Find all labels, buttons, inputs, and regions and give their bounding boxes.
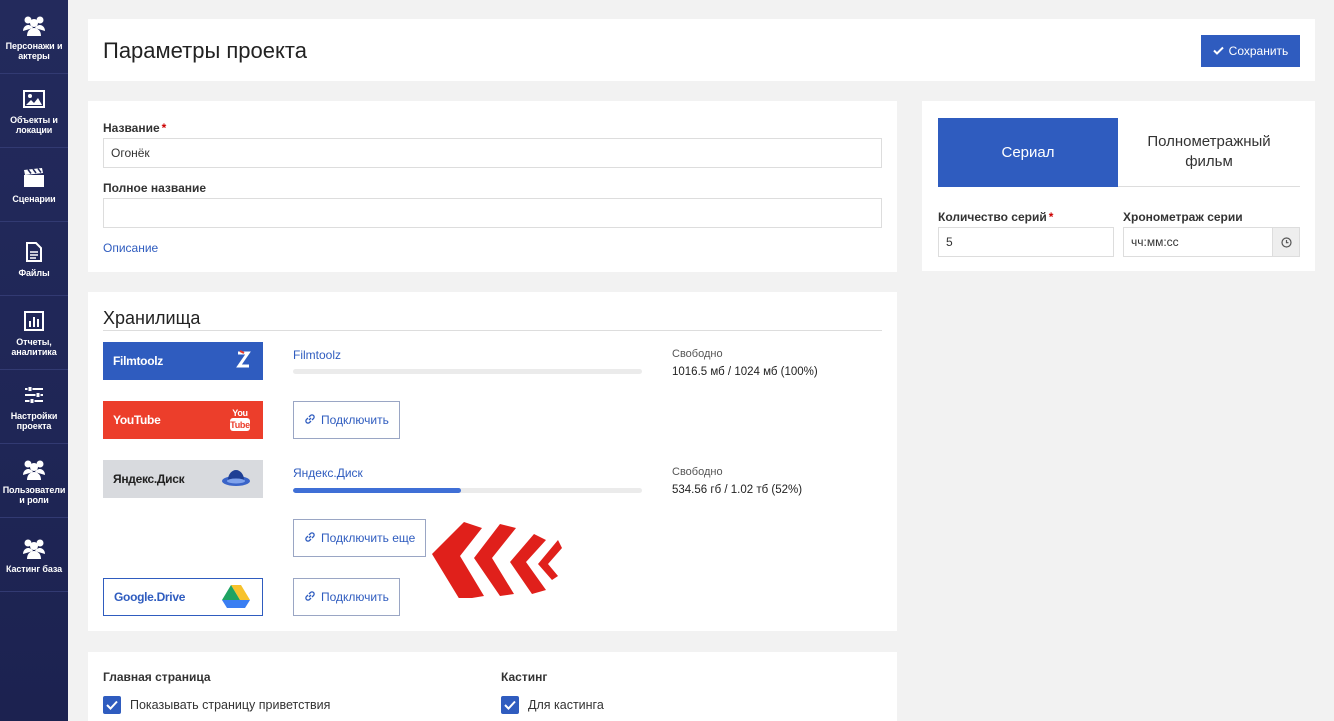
episodes-field[interactable]: 5 — [938, 227, 1114, 257]
filmtoolz-icon — [235, 349, 251, 373]
welcome-page-checkbox[interactable]: Показывать страницу приветствия — [103, 696, 330, 714]
duration-field-placeholder: чч:мм:сс — [1131, 235, 1179, 249]
page-title: Параметры проекта — [103, 38, 307, 63]
youtube-connect-label: Подключить — [321, 413, 389, 427]
clock-icon[interactable] — [1272, 228, 1299, 256]
name-field[interactable]: Огонёк — [103, 138, 882, 168]
tab-film-label: Полнометражный фильм — [1147, 133, 1271, 170]
yandex-connect-more-button[interactable]: Подключить еще — [293, 519, 427, 557]
google-drive-logo: Google.Drive — [103, 578, 263, 616]
sidebar-item-settings[interactable]: Настройки проекта — [0, 370, 68, 444]
annotation-arrow-icon — [432, 522, 562, 598]
casting-checkbox-label: Для кастинга — [528, 698, 604, 712]
checkbox-checked-icon — [103, 696, 121, 714]
yandex-disk-free-label: Свободно — [672, 466, 723, 478]
link-icon — [304, 531, 316, 546]
users-icon — [22, 536, 46, 560]
storage-title: Хранилища — [103, 308, 201, 328]
options-card: Главная страница Показывать страницу при… — [88, 652, 897, 721]
home-section-title: Главная страница — [103, 670, 211, 684]
duration-label: Хронометраж серии — [1123, 210, 1243, 224]
save-button[interactable]: Сохранить — [1201, 35, 1300, 67]
name-field-value: Огонёк — [111, 146, 150, 160]
sidebar-item-label: Файлы — [18, 267, 50, 278]
google-drive-logo-text: Google.Drive — [114, 590, 186, 604]
filmtoolz-logo: Filmtoolz — [103, 342, 263, 380]
sidebar-item-label: Персонажи и актеры — [5, 40, 63, 61]
description-link[interactable]: Описание — [103, 241, 158, 255]
youtube-connect-button[interactable]: Подключить — [293, 401, 400, 439]
users-icon — [22, 13, 46, 37]
svg-text:Tube: Tube — [230, 420, 250, 430]
yandex-disk-usage-bar — [293, 488, 642, 493]
episodes-label-text: Количество серий — [938, 210, 1047, 224]
page-header: Параметры проекта Сохранить — [88, 19, 1315, 81]
youtube-icon: You Tube — [229, 406, 251, 435]
clapperboard-icon — [22, 166, 46, 190]
tab-serial[interactable]: Сериал — [938, 118, 1118, 187]
checkbox-checked-icon — [501, 696, 519, 714]
yandex-disk-logo-text: Яндекс.Диск — [113, 472, 185, 486]
sidebar-item-users[interactable]: Пользователи и роли — [0, 444, 68, 518]
sidebar-item-label: Кастинг база — [5, 563, 63, 574]
project-name-card: Название * Огонёк Полное название Описани… — [88, 101, 897, 272]
name-label: Название * — [103, 121, 166, 135]
required-mark: * — [1048, 210, 1054, 224]
project-type-card: Сериал Полнометражный фильм Количество с… — [922, 101, 1315, 271]
file-icon — [22, 240, 46, 264]
sidebar-item-scripts[interactable]: Сценарии — [0, 148, 68, 222]
filmtoolz-free-label: Свободно — [672, 348, 723, 360]
tab-film[interactable]: Полнометражный фильм — [1118, 118, 1300, 187]
yandex-disk-name[interactable]: Яндекс.Диск — [293, 466, 363, 480]
sidebar-item-label: Настройки проекта — [10, 410, 58, 431]
divider — [103, 330, 882, 331]
fullname-field[interactable] — [103, 198, 882, 228]
sidebar-item-label: Отчеты, аналитика — [11, 336, 57, 357]
sidebar-item-reports[interactable]: Отчеты, аналитика — [0, 296, 68, 370]
episodes-field-value: 5 — [946, 235, 953, 249]
fullname-label: Полное название — [103, 181, 207, 195]
sidebar-item-label: Пользователи и роли — [2, 484, 66, 505]
yandex-connect-more-label: Подключить еще — [321, 531, 416, 545]
name-label-text: Название — [103, 121, 160, 135]
yandex-disk-logo: Яндекс.Диск — [103, 460, 263, 498]
yandex-disk-icon — [221, 468, 251, 491]
filmtoolz-free-value: 1016.5 мб / 1024 мб (100%) — [672, 366, 818, 378]
chart-icon — [22, 309, 46, 333]
filmtoolz-logo-text: Filmtoolz — [113, 354, 163, 368]
duration-field[interactable]: чч:мм:сс — [1123, 227, 1300, 257]
google-drive-connect-button[interactable]: Подключить — [293, 578, 400, 616]
welcome-page-checkbox-label: Показывать страницу приветствия — [130, 698, 331, 712]
yandex-disk-free-value: 534.56 гб / 1.02 тб (52%) — [672, 484, 803, 496]
check-icon — [1212, 44, 1224, 58]
sliders-icon — [22, 383, 46, 407]
casting-checkbox[interactable]: Для кастинга — [501, 696, 604, 714]
image-icon — [22, 87, 46, 111]
sidebar-item-files[interactable]: Файлы — [0, 222, 68, 296]
link-icon — [304, 590, 316, 605]
sidebar: Персонажи и актеры Объекты и локации Сце… — [0, 0, 68, 721]
sidebar-item-characters[interactable]: Персонажи и актеры — [0, 0, 68, 74]
save-button-label: Сохранить — [1228, 44, 1289, 58]
google-drive-connect-label: Подключить — [321, 590, 389, 604]
filmtoolz-usage-bar — [293, 369, 642, 374]
sidebar-item-objects[interactable]: Объекты и локации — [0, 74, 68, 148]
youtube-logo: YouTube You Tube — [103, 401, 263, 439]
filmtoolz-name[interactable]: Filmtoolz — [293, 348, 341, 362]
sidebar-item-casting[interactable]: Кастинг база — [0, 518, 68, 592]
youtube-logo-text: YouTube — [113, 413, 161, 427]
episodes-label: Количество серий * — [938, 210, 1053, 224]
link-icon — [304, 413, 316, 428]
users-icon — [22, 457, 46, 481]
google-drive-icon — [222, 584, 250, 611]
yandex-disk-usage-fill — [293, 488, 461, 493]
casting-section-title: Кастинг — [501, 670, 548, 684]
required-mark: * — [161, 121, 167, 135]
svg-text:You: You — [232, 408, 247, 418]
sidebar-item-label: Сценарии — [12, 193, 56, 204]
sidebar-item-label: Объекты и локации — [10, 114, 58, 135]
